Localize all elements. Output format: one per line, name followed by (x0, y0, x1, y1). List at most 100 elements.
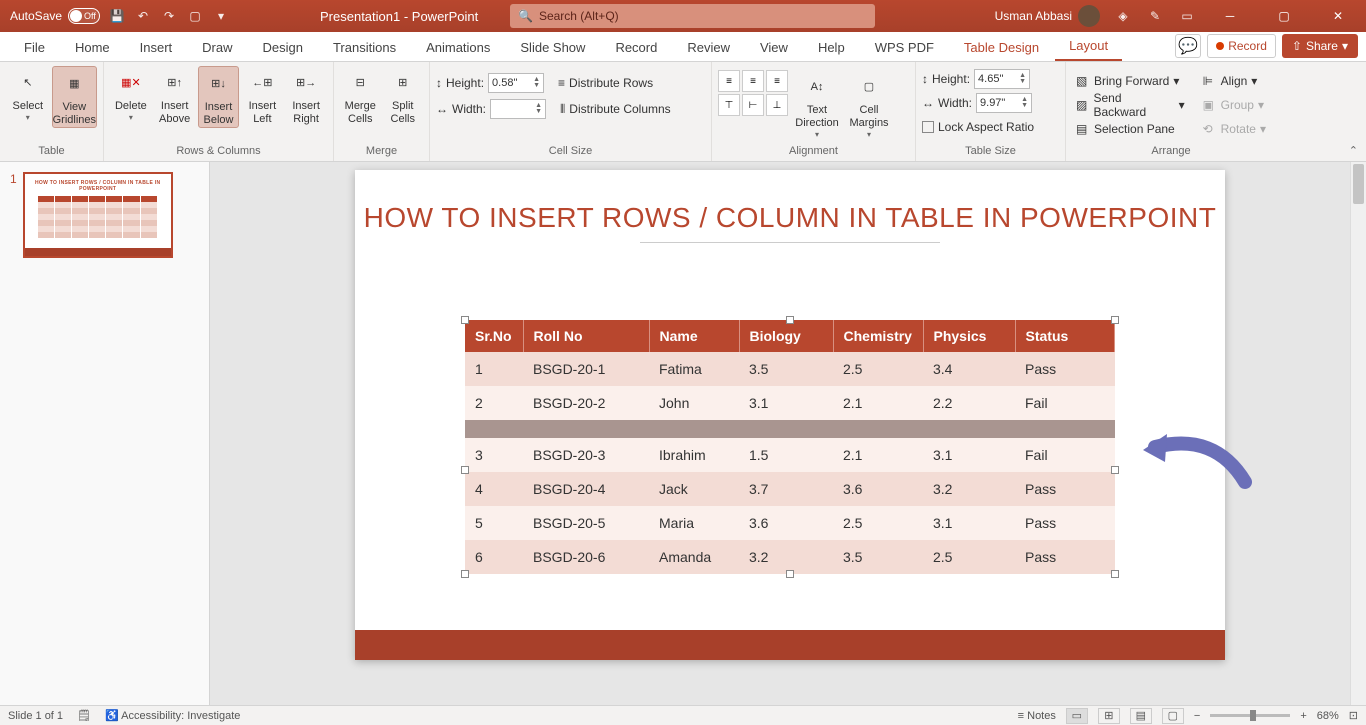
table-cell[interactable]: Pass (1015, 540, 1115, 574)
table-cell[interactable]: 3.1 (923, 438, 1015, 472)
table-cell[interactable]: John (649, 386, 739, 420)
table-cell[interactable]: Pass (1015, 472, 1115, 506)
slide-counter[interactable]: Slide 1 of 1 (8, 710, 63, 722)
selection-handle[interactable] (786, 316, 794, 324)
selection-handle[interactable] (1111, 570, 1119, 578)
table-cell[interactable]: BSGD-20-4 (523, 472, 649, 506)
vertical-scrollbar[interactable] (1350, 162, 1366, 705)
selection-handle[interactable] (461, 570, 469, 578)
qat-dropdown-icon[interactable]: ▾ (212, 7, 230, 25)
minimize-button[interactable]: ─ (1210, 0, 1250, 32)
tab-wps[interactable]: WPS PDF (861, 34, 948, 61)
table-cell[interactable]: 2.5 (833, 506, 923, 540)
zoom-out-button[interactable]: − (1194, 710, 1200, 722)
tab-animations[interactable]: Animations (412, 34, 504, 61)
table-cell[interactable]: BSGD-20-1 (523, 352, 649, 386)
table-cell[interactable]: Pass (1015, 352, 1115, 386)
selection-handle[interactable] (1111, 466, 1119, 474)
table-width-input[interactable]: 9.97"▲▼ (976, 93, 1032, 113)
scrollbar-thumb[interactable] (1353, 164, 1364, 204)
tab-insert[interactable]: Insert (126, 34, 187, 61)
table-cell[interactable]: 2.5 (833, 352, 923, 386)
tab-table-design[interactable]: Table Design (950, 34, 1053, 61)
th-srno[interactable]: Sr.No (465, 320, 523, 352)
th-name[interactable]: Name (649, 320, 739, 352)
table-row[interactable]: 1BSGD-20-1Fatima3.52.53.4Pass (465, 352, 1115, 386)
rotate-button[interactable]: ⟲Rotate▾ (1199, 118, 1270, 140)
table-cell[interactable]: Maria (649, 506, 739, 540)
table-cell[interactable]: 3.5 (833, 540, 923, 574)
table-row[interactable]: 3BSGD-20-3Ibrahim1.52.13.1Fail (465, 438, 1115, 472)
selection-pane-button[interactable]: ▤Selection Pane (1072, 118, 1189, 140)
table-cell[interactable] (1015, 420, 1115, 438)
fit-to-window-button[interactable]: ⊡ (1349, 709, 1358, 722)
table-cell[interactable] (465, 420, 523, 438)
table-row[interactable]: 2BSGD-20-2John3.12.12.2Fail (465, 386, 1115, 420)
table-cell[interactable]: 3.6 (833, 472, 923, 506)
undo-icon[interactable]: ↶ (134, 7, 152, 25)
bring-forward-button[interactable]: ▧Bring Forward▾ (1072, 70, 1189, 92)
ribbon-mode-icon[interactable]: ▭ (1178, 7, 1196, 25)
present-icon[interactable]: ▢ (186, 7, 204, 25)
insert-right-button[interactable]: ⊞→ Insert Right (285, 66, 327, 126)
table-cell[interactable] (739, 420, 833, 438)
magic-icon[interactable]: ✎ (1146, 7, 1164, 25)
search-input[interactable]: 🔍 Search (Alt+Q) (510, 4, 875, 28)
distribute-columns-button[interactable]: Distribute Columns (569, 102, 670, 116)
table-cell[interactable]: Amanda (649, 540, 739, 574)
group-button[interactable]: ▣Group▾ (1199, 94, 1270, 116)
table-header-row[interactable]: Sr.No Roll No Name Biology Chemistry Phy… (465, 320, 1115, 352)
zoom-level[interactable]: 68% (1317, 710, 1339, 722)
save-icon[interactable]: 💾 (108, 7, 126, 25)
th-biology[interactable]: Biology (739, 320, 833, 352)
slide-title[interactable]: HOW TO INSERT ROWS / COLUMN IN TABLE IN … (355, 202, 1225, 234)
zoom-knob[interactable] (1250, 710, 1256, 721)
selection-handle[interactable] (1111, 316, 1119, 324)
table-cell[interactable]: 5 (465, 506, 523, 540)
send-backward-button[interactable]: ▨Send Backward▾ (1072, 94, 1189, 116)
table-cell[interactable] (923, 420, 1015, 438)
select-button[interactable]: ↖ Select▾ (6, 66, 50, 123)
close-button[interactable]: ✕ (1318, 0, 1358, 32)
split-cells-button[interactable]: ⊞ Split Cells (383, 66, 424, 126)
selection-handle[interactable] (461, 316, 469, 324)
table-cell[interactable]: BSGD-20-2 (523, 386, 649, 420)
table-cell[interactable]: 3.7 (739, 472, 833, 506)
table-cell[interactable]: 1 (465, 352, 523, 386)
table-cell[interactable]: Jack (649, 472, 739, 506)
table-cell[interactable]: BSGD-20-3 (523, 438, 649, 472)
table-cell[interactable]: 2.1 (833, 438, 923, 472)
table-cell[interactable]: Fail (1015, 438, 1115, 472)
user-account[interactable]: Usman Abbasi (995, 5, 1100, 27)
table-cell[interactable] (523, 420, 649, 438)
share-button[interactable]: ⇧Share▾ (1282, 34, 1358, 58)
table-row[interactable]: 4BSGD-20-4Jack3.73.63.2Pass (465, 472, 1115, 506)
align-bottom-button[interactable]: ⊥ (766, 94, 788, 116)
slide-thumbnail-1[interactable]: HOW TO INSERT ROWS / COLUMN IN TABLE IN … (23, 172, 173, 258)
table-cell[interactable]: 2.2 (923, 386, 1015, 420)
comments-button[interactable]: 💬 (1175, 34, 1201, 58)
view-gridlines-button[interactable]: ▦ View Gridlines (52, 66, 97, 128)
tab-home[interactable]: Home (61, 34, 124, 61)
cell-height-input[interactable]: 0.58"▲▼ (488, 73, 544, 93)
th-status[interactable]: Status (1015, 320, 1115, 352)
tab-slideshow[interactable]: Slide Show (506, 34, 599, 61)
align-right-button[interactable]: ≡ (766, 70, 788, 92)
redo-icon[interactable]: ↷ (160, 7, 178, 25)
cell-margins-button[interactable]: ▢ Cell Margins▾ (846, 70, 892, 140)
tab-help[interactable]: Help (804, 34, 859, 61)
slide-table[interactable]: Sr.No Roll No Name Biology Chemistry Phy… (465, 320, 1115, 574)
slideshow-view-button[interactable]: ▢ (1162, 708, 1184, 724)
text-direction-button[interactable]: A↕ Text Direction▾ (794, 70, 840, 140)
table-row[interactable]: 5BSGD-20-5Maria3.62.53.1Pass (465, 506, 1115, 540)
th-roll[interactable]: Roll No (523, 320, 649, 352)
table-cell[interactable]: BSGD-20-6 (523, 540, 649, 574)
table-cell[interactable]: Fail (1015, 386, 1115, 420)
accessibility-status[interactable]: ♿ Accessibility: Investigate (105, 709, 240, 722)
zoom-slider[interactable] (1210, 714, 1290, 717)
tab-review[interactable]: Review (673, 34, 744, 61)
tab-layout[interactable]: Layout (1055, 32, 1122, 61)
zoom-in-button[interactable]: + (1300, 710, 1306, 722)
table-cell[interactable]: 2 (465, 386, 523, 420)
maximize-button[interactable]: ▢ (1264, 0, 1304, 32)
